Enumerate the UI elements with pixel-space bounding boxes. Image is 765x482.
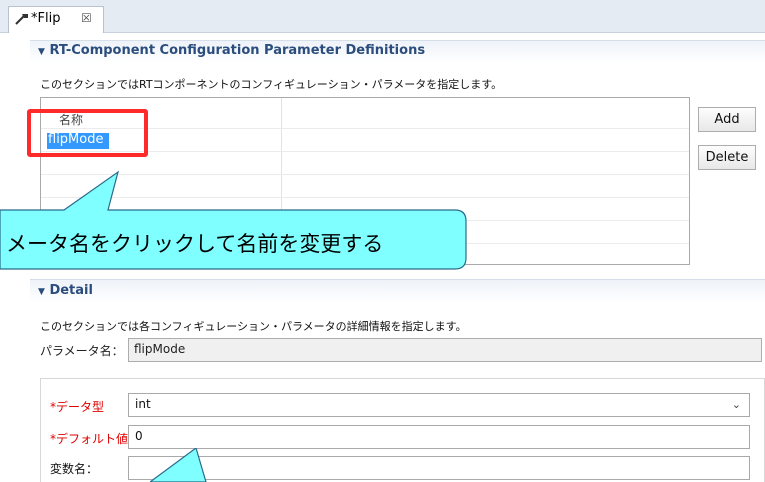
param-name-label: パラメータ名： bbox=[40, 344, 124, 358]
add-button[interactable]: Add bbox=[698, 107, 756, 132]
hammer-icon bbox=[15, 14, 28, 25]
datatype-label: *データ型 bbox=[50, 400, 105, 414]
detail-section-heading: ▼ Detail bbox=[38, 283, 93, 298]
default-value-field[interactable]: 0 bbox=[128, 425, 750, 449]
default-value-label: *デフォルト値 bbox=[50, 432, 129, 446]
collapse-triangle-icon[interactable]: ▼ bbox=[38, 47, 45, 57]
config-section-title: RT-Component Configuration Parameter Def… bbox=[49, 43, 426, 58]
param-name-value: flipMode bbox=[134, 342, 186, 356]
callout-text: メータ名をクリックして名前を変更する bbox=[6, 232, 384, 256]
param-name-field: flipMode bbox=[128, 338, 762, 362]
detail-section-description: このセクションでは各コンフィギュレーション・パラメータの詳細情報を指定します。 bbox=[40, 320, 467, 333]
detail-section-title: Detail bbox=[49, 283, 93, 298]
highlight-box bbox=[27, 109, 148, 157]
callout-pointer bbox=[150, 448, 207, 482]
callout-bubble bbox=[0, 170, 467, 270]
delete-button[interactable]: Delete bbox=[698, 145, 756, 170]
chevron-down-icon[interactable]: ⌄ bbox=[732, 398, 741, 411]
default-value: 0 bbox=[135, 429, 143, 443]
collapse-triangle-icon[interactable]: ▼ bbox=[38, 287, 45, 297]
config-section-description: このセクションではRTコンポーネントのコンフィギュレーション・パラメータを指定し… bbox=[40, 78, 503, 91]
detail-section-header[interactable] bbox=[30, 279, 765, 302]
tab-label: *Flip bbox=[31, 11, 61, 26]
close-icon[interactable]: ☒ bbox=[81, 11, 92, 25]
datatype-select[interactable]: int ⌄ bbox=[128, 393, 750, 417]
varname-label: 変数名： bbox=[50, 462, 99, 476]
config-section-heading: ▼ RT-Component Configuration Parameter D… bbox=[38, 43, 425, 58]
datatype-value: int bbox=[135, 397, 151, 411]
tab-flip[interactable]: *Flip ☒ bbox=[8, 6, 104, 33]
editor-tab-strip: *Flip ☒ bbox=[0, 0, 765, 33]
